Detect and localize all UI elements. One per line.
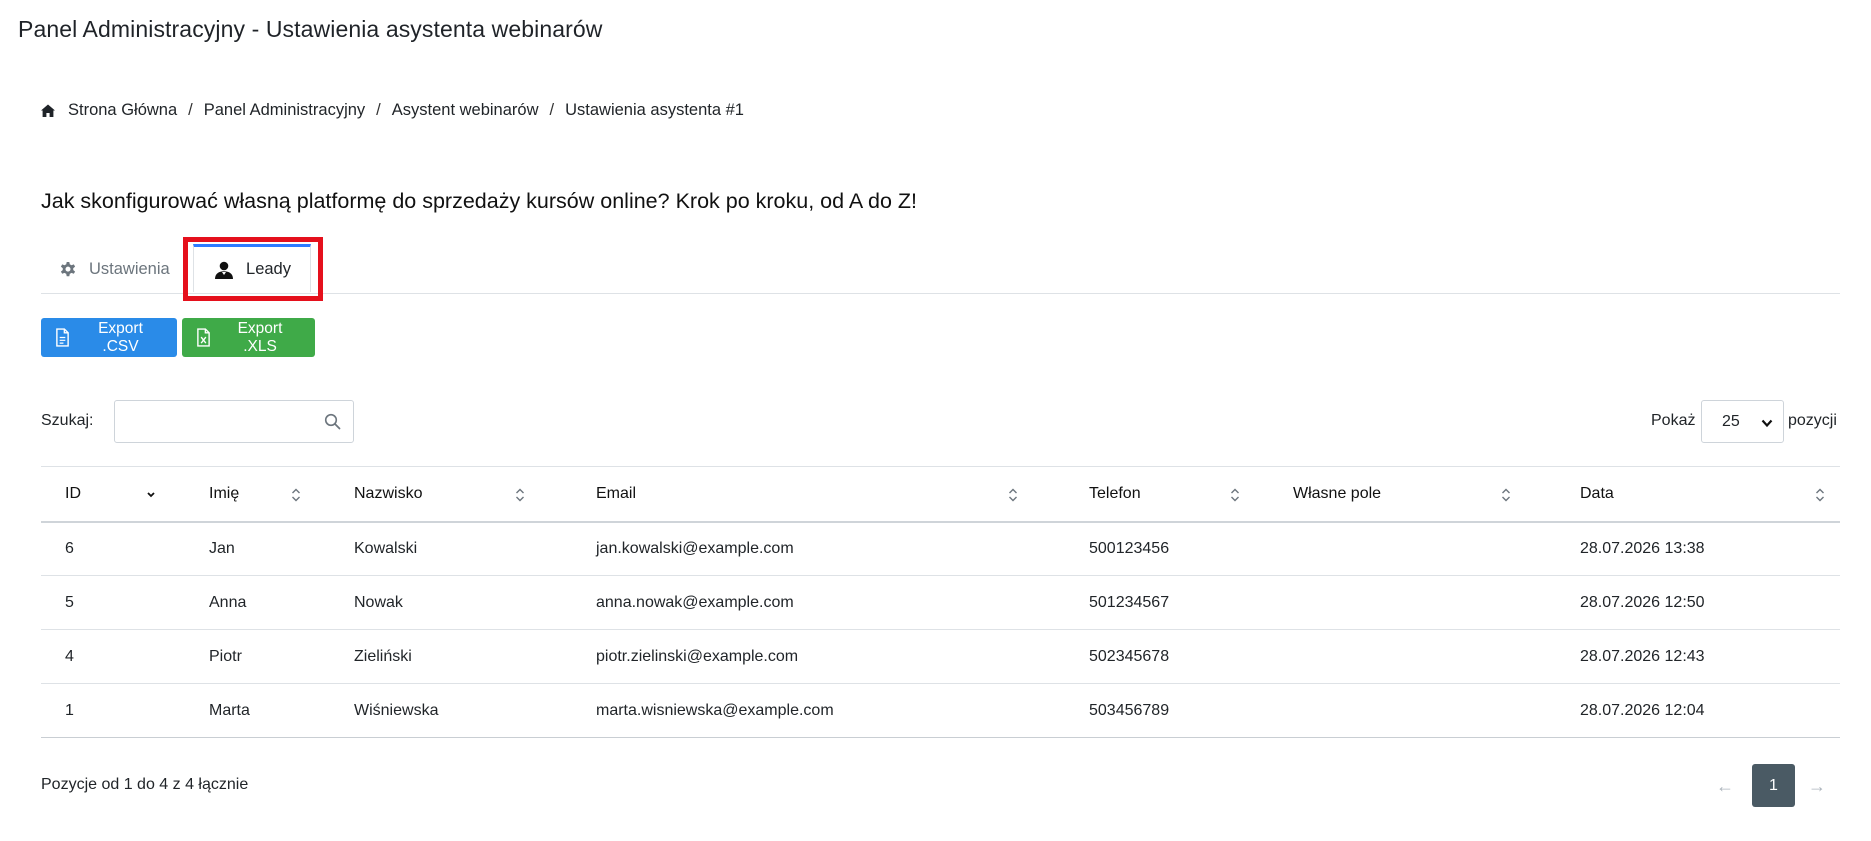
gear-icon <box>58 259 78 279</box>
page-size-label-before: Pokaż <box>1651 412 1696 429</box>
tab-leady-label: Leady <box>246 260 291 278</box>
cell-last-name: Kowalski <box>354 539 418 557</box>
column-header-label: Data <box>1580 484 1614 502</box>
sort-icon <box>1500 487 1512 503</box>
export-xls-button[interactable]: Export .XLS <box>182 318 315 357</box>
column-header-label: Własne pole <box>1293 484 1382 502</box>
sort-icon <box>290 487 302 503</box>
page: Panel Administracyjny - Ustawienia asyst… <box>0 0 1871 841</box>
column-header-date[interactable]: Data <box>1556 467 1840 522</box>
column-header-label: Email <box>596 484 637 502</box>
column-header-phone[interactable]: Telefon <box>1065 467 1269 522</box>
cell-custom-field <box>1269 576 1556 630</box>
pagination-next-button[interactable]: → <box>1808 776 1826 797</box>
table-row: 1 Marta Wiśniewska marta.wisniewska@exam… <box>41 684 1840 738</box>
cell-phone: 502345678 <box>1089 647 1170 665</box>
search-label: Szukaj: <box>41 412 94 429</box>
file-icon <box>55 328 70 347</box>
cell-last-name: Nowak <box>354 593 403 611</box>
cell-id: 1 <box>65 701 74 719</box>
cell-phone: 503456789 <box>1089 701 1170 719</box>
user-icon <box>213 260 235 280</box>
table-row: 5 Anna Nowak anna.nowak@example.com 5012… <box>41 576 1840 630</box>
tab-settings-label: Ustawienia <box>89 259 170 278</box>
column-header-email[interactable]: Email <box>572 467 1065 522</box>
export-csv-button[interactable]: Export .CSV <box>41 318 177 357</box>
column-header-label: ID <box>65 484 81 502</box>
column-header-last-name[interactable]: Nazwisko <box>330 467 572 522</box>
cell-date: 28.07.2026 12:04 <box>1580 701 1705 719</box>
column-header-id[interactable]: ID <box>41 467 185 522</box>
page-size-label-after: pozycji <box>1788 412 1837 429</box>
sort-icon <box>1814 487 1826 503</box>
table-row: 6 Jan Kowalski jan.kowalski@example.com … <box>41 522 1840 576</box>
table-header-row: ID Imię Nazwisko Email Telefon Własne po… <box>41 466 1840 522</box>
cell-first-name: Piotr <box>209 647 242 665</box>
breadcrumb-item-assistant-settings: Ustawienia asystenta #1 <box>565 101 744 119</box>
breadcrumb-separator: / <box>549 101 555 119</box>
cell-date: 28.07.2026 13:38 <box>1580 539 1705 557</box>
cell-email: anna.nowak@example.com <box>596 593 794 611</box>
cell-phone: 500123456 <box>1089 539 1170 557</box>
tab-settings[interactable]: Ustawienia <box>58 244 170 294</box>
breadcrumb-item-home[interactable]: Strona Główna <box>68 101 177 120</box>
page-size-select[interactable]: 25 <box>1701 400 1784 443</box>
search-box <box>114 400 354 443</box>
table-row: 4 Piotr Zieliński piotr.zielinski@exampl… <box>41 630 1840 684</box>
app-title: Panel Administracyjny - Ustawienia asyst… <box>18 16 603 42</box>
table-info: Pozycje od 1 do 4 z 4 łącznie <box>41 776 249 793</box>
cell-last-name: Wiśniewska <box>354 701 439 719</box>
tab-leady[interactable]: Leady <box>193 244 311 292</box>
cell-custom-field <box>1269 684 1556 738</box>
breadcrumb-item-admin-panel[interactable]: Panel Administracyjny <box>204 101 365 120</box>
sort-desc-icon <box>145 487 157 503</box>
column-header-label: Nazwisko <box>354 484 423 502</box>
cell-id: 5 <box>65 593 74 611</box>
cell-custom-field <box>1269 522 1556 576</box>
search-input[interactable] <box>115 401 353 442</box>
cell-first-name: Jan <box>209 539 235 557</box>
breadcrumb-separator: / <box>376 101 381 119</box>
cell-id: 4 <box>65 647 74 665</box>
cell-first-name: Marta <box>209 701 250 719</box>
column-header-first-name[interactable]: Imię <box>185 467 330 522</box>
cell-first-name: Anna <box>209 593 247 611</box>
sort-icon <box>1007 487 1019 503</box>
export-csv-label: Export .CSV <box>98 319 143 355</box>
cell-email: jan.kowalski@example.com <box>596 539 794 557</box>
breadcrumb-item-webinar-assistant[interactable]: Asystent webinarów <box>392 101 539 120</box>
cell-email: piotr.zielinski@example.com <box>596 647 799 665</box>
cell-phone: 501234567 <box>1089 593 1170 611</box>
leads-table: ID Imię Nazwisko Email Telefon Własne po… <box>41 466 1840 738</box>
breadcrumb-separator: / <box>188 101 193 119</box>
column-header-label: Imię <box>209 484 240 502</box>
breadcrumb: Strona Główna / Panel Administracyjny / … <box>40 101 744 120</box>
cell-date: 28.07.2026 12:50 <box>1580 593 1705 611</box>
sort-icon <box>1229 487 1241 503</box>
chevron-down-icon <box>1760 416 1774 430</box>
cell-date: 28.07.2026 12:43 <box>1580 647 1705 665</box>
pagination-page-1[interactable]: 1 <box>1752 764 1795 807</box>
excel-file-icon <box>196 328 211 347</box>
page-size-value: 25 <box>1722 412 1740 430</box>
tab-bar: Ustawienia Leady <box>41 244 1840 294</box>
cell-email: marta.wisniewska@example.com <box>596 701 834 719</box>
sort-icon <box>514 487 526 503</box>
cell-last-name: Zieliński <box>354 647 412 665</box>
cell-custom-field <box>1269 630 1556 684</box>
column-header-label: Telefon <box>1089 484 1141 502</box>
export-xls-label: Export .XLS <box>237 319 283 355</box>
home-icon[interactable] <box>40 103 56 119</box>
search-icon[interactable] <box>324 413 341 430</box>
page-title: Jak skonfigurować własną platformę do sp… <box>41 189 917 213</box>
pagination-prev-button[interactable]: ← <box>1716 776 1734 797</box>
cell-id: 6 <box>65 539 74 557</box>
column-header-custom-field[interactable]: Własne pole <box>1269 467 1556 522</box>
